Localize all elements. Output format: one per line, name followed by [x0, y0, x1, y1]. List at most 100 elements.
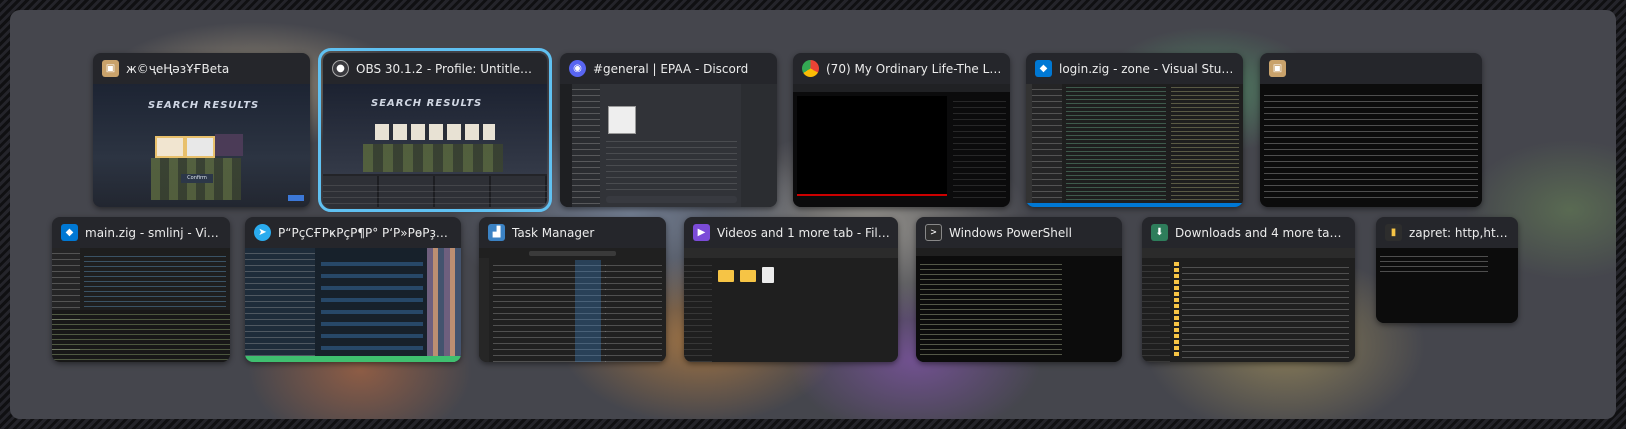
- window-thumbnail: [560, 84, 777, 207]
- browser-toolbar: [793, 84, 1010, 92]
- nav-rail: [479, 258, 489, 362]
- window-card-titlebar: ➤ Р“РҫСҒРҝРҫР¶Р° Р‘Р»РөРҙРҪР°СҸ | Bledna…: [245, 217, 461, 248]
- vscode-icon: ◆: [61, 224, 78, 241]
- zapret-icon: ▮: [1385, 224, 1402, 241]
- file-list: [1182, 262, 1349, 362]
- window-card-game[interactable]: ▣ ж©ҷеҢәзҰҒBeta SEARCH RESULTS Confirm: [93, 53, 310, 207]
- explorer-panel: [1032, 84, 1062, 207]
- downloads-icon: ⬇: [1151, 224, 1168, 241]
- window-card-titlebar: ◆ main.zig - smlinj - Visual Studio C...: [52, 217, 230, 248]
- obs-icon: ●: [332, 60, 349, 77]
- navigation-pane: [1142, 260, 1170, 362]
- terminal-app-icon: ▣: [1269, 60, 1286, 77]
- message-input: [606, 196, 737, 203]
- window-card-downloads-explorer[interactable]: ⬇ Downloads and 4 more tabs - File Explo…: [1142, 217, 1355, 362]
- window-thumbnail: [1142, 248, 1355, 362]
- result-card: [185, 136, 215, 158]
- window-card-zapret[interactable]: ▮ zapret: http,https,quic: [1376, 217, 1518, 323]
- navigation-pane: [684, 260, 712, 362]
- window-card-title: login.zig - zone - Visual Studio Code: [1059, 61, 1243, 76]
- window-card-telegram[interactable]: ➤ Р“РҫСҒРҝРҫР¶Р° Р‘Р»РөРҙРҪР°СҸ | Bledna…: [245, 217, 461, 362]
- chat-list: [245, 248, 315, 362]
- alt-tab-switcher: ▣ ж©ҷеҢәзҰҒBeta SEARCH RESULTS Confirm ●…: [10, 10, 1616, 419]
- window-card-videos-explorer[interactable]: ▶ Videos and 1 more tab - File Explorer: [684, 217, 898, 362]
- window-card-title: OBS 30.1.2 - Profile: Untitled - Scenes:…: [356, 61, 547, 76]
- window-thumbnail: [479, 248, 666, 362]
- window-card-vscode-login[interactable]: ◆ login.zig - zone - Visual Studio Code: [1026, 53, 1243, 207]
- window-card-titlebar: ▣: [1260, 53, 1482, 84]
- window-card-vscode-main[interactable]: ◆ main.zig - smlinj - Visual Studio C...: [52, 217, 230, 362]
- file-icon: [762, 267, 774, 283]
- window-card-titlebar: (70) My Ordinary Life-The Living Tombsto…: [793, 53, 1010, 84]
- thumb-heading: SEARCH RESULTS: [148, 100, 260, 111]
- video-player: [797, 96, 947, 196]
- window-thumbnail: SEARCH RESULTS: [323, 84, 547, 207]
- discord-icon: ◉: [569, 60, 586, 77]
- obs-dock-lines: [323, 180, 547, 207]
- window-thumbnail: [1026, 84, 1243, 207]
- window-card-powershell[interactable]: > Windows PowerShell: [916, 217, 1122, 362]
- window-card-terminal[interactable]: ▣: [1260, 53, 1482, 207]
- editor-pane: [84, 252, 226, 307]
- chrome-icon: [802, 60, 819, 77]
- resource-columns: [605, 260, 662, 362]
- channel-list: [572, 84, 600, 207]
- thumb-heading: SEARCH RESULTS: [371, 98, 483, 109]
- window-card-title: (70) My Ordinary Life-The Living Tombsto…: [826, 61, 1010, 76]
- status-bar: [1026, 203, 1243, 207]
- window-thumbnail: [1260, 84, 1482, 207]
- game-app-icon: ▣: [102, 60, 119, 77]
- video-folder-icon: ▶: [693, 224, 710, 241]
- tab-bar: [1142, 248, 1355, 258]
- powershell-icon: >: [925, 224, 942, 241]
- editor-pane: [1066, 84, 1166, 207]
- chat-messages: [606, 136, 737, 193]
- window-card-titlebar: ◉ #general | EPAA - Discord: [560, 53, 777, 84]
- terminal-output: [920, 260, 1062, 358]
- window-thumbnail: [1376, 248, 1518, 323]
- sticker-panel: [427, 248, 461, 362]
- result-strip: [375, 124, 495, 140]
- window-card-titlebar: > Windows PowerShell: [916, 217, 1122, 248]
- message-input: [245, 356, 461, 362]
- telegram-icon: ➤: [254, 224, 271, 241]
- window-thumbnail: [52, 248, 230, 362]
- folder-icon: [718, 270, 734, 282]
- window-card-title: Videos and 1 more tab - File Explorer: [717, 225, 898, 240]
- window-card-title: ж©ҷеҢәзҰҒBeta: [126, 61, 230, 76]
- progress-bar: [797, 194, 947, 196]
- result-card: [215, 134, 243, 156]
- window-card-titlebar: ▣ ж©ҷеҢәзҰҒBeta: [93, 53, 310, 84]
- tab-bar: [684, 248, 898, 258]
- window-card-title: Task Manager: [512, 225, 595, 240]
- window-card-titlebar: ▟ Task Manager: [479, 217, 666, 248]
- window-card-titlebar: ▶ Videos and 1 more tab - File Explorer: [684, 217, 898, 248]
- window-card-titlebar: ⬇ Downloads and 4 more tabs - File Explo…: [1142, 217, 1355, 248]
- terminal-panel: [52, 310, 230, 362]
- window-thumbnail: [793, 84, 1010, 207]
- terminal-tab-bar: [916, 248, 1122, 256]
- folder-icon: [740, 270, 756, 282]
- server-rail: [560, 84, 572, 207]
- window-card-chrome[interactable]: (70) My Ordinary Life-The Living Tombsto…: [793, 53, 1010, 207]
- window-card-title: Р“РҫСҒРҝРҫР¶Р° Р‘Р»РөРҙРҪР°СҸ | Blednaya…: [278, 225, 461, 240]
- status-badge: [288, 195, 304, 201]
- window-card-title: #general | EPAA - Discord: [593, 61, 749, 76]
- window-thumbnail: [684, 248, 898, 362]
- member-list: [741, 84, 777, 207]
- recommendations-list: [953, 96, 1006, 199]
- window-thumbnail: [916, 248, 1122, 362]
- window-card-task-manager[interactable]: ▟ Task Manager: [479, 217, 666, 362]
- chat-image: [608, 106, 636, 134]
- window-card-title: zapret: http,https,quic: [1409, 225, 1518, 240]
- block-stack: [363, 144, 503, 172]
- log-output: [1264, 90, 1478, 203]
- file-list-icons: [1174, 262, 1179, 356]
- window-card-title: Windows PowerShell: [949, 225, 1072, 240]
- window-card-discord[interactable]: ◉ #general | EPAA - Discord: [560, 53, 777, 207]
- editor-pane-split: [1171, 84, 1239, 207]
- confirm-button: Confirm: [181, 174, 213, 183]
- window-card-obs[interactable]: ● OBS 30.1.2 - Profile: Untitled - Scene…: [318, 48, 552, 212]
- cpu-column: [575, 260, 601, 362]
- window-thumbnail: SEARCH RESULTS Confirm: [93, 84, 310, 207]
